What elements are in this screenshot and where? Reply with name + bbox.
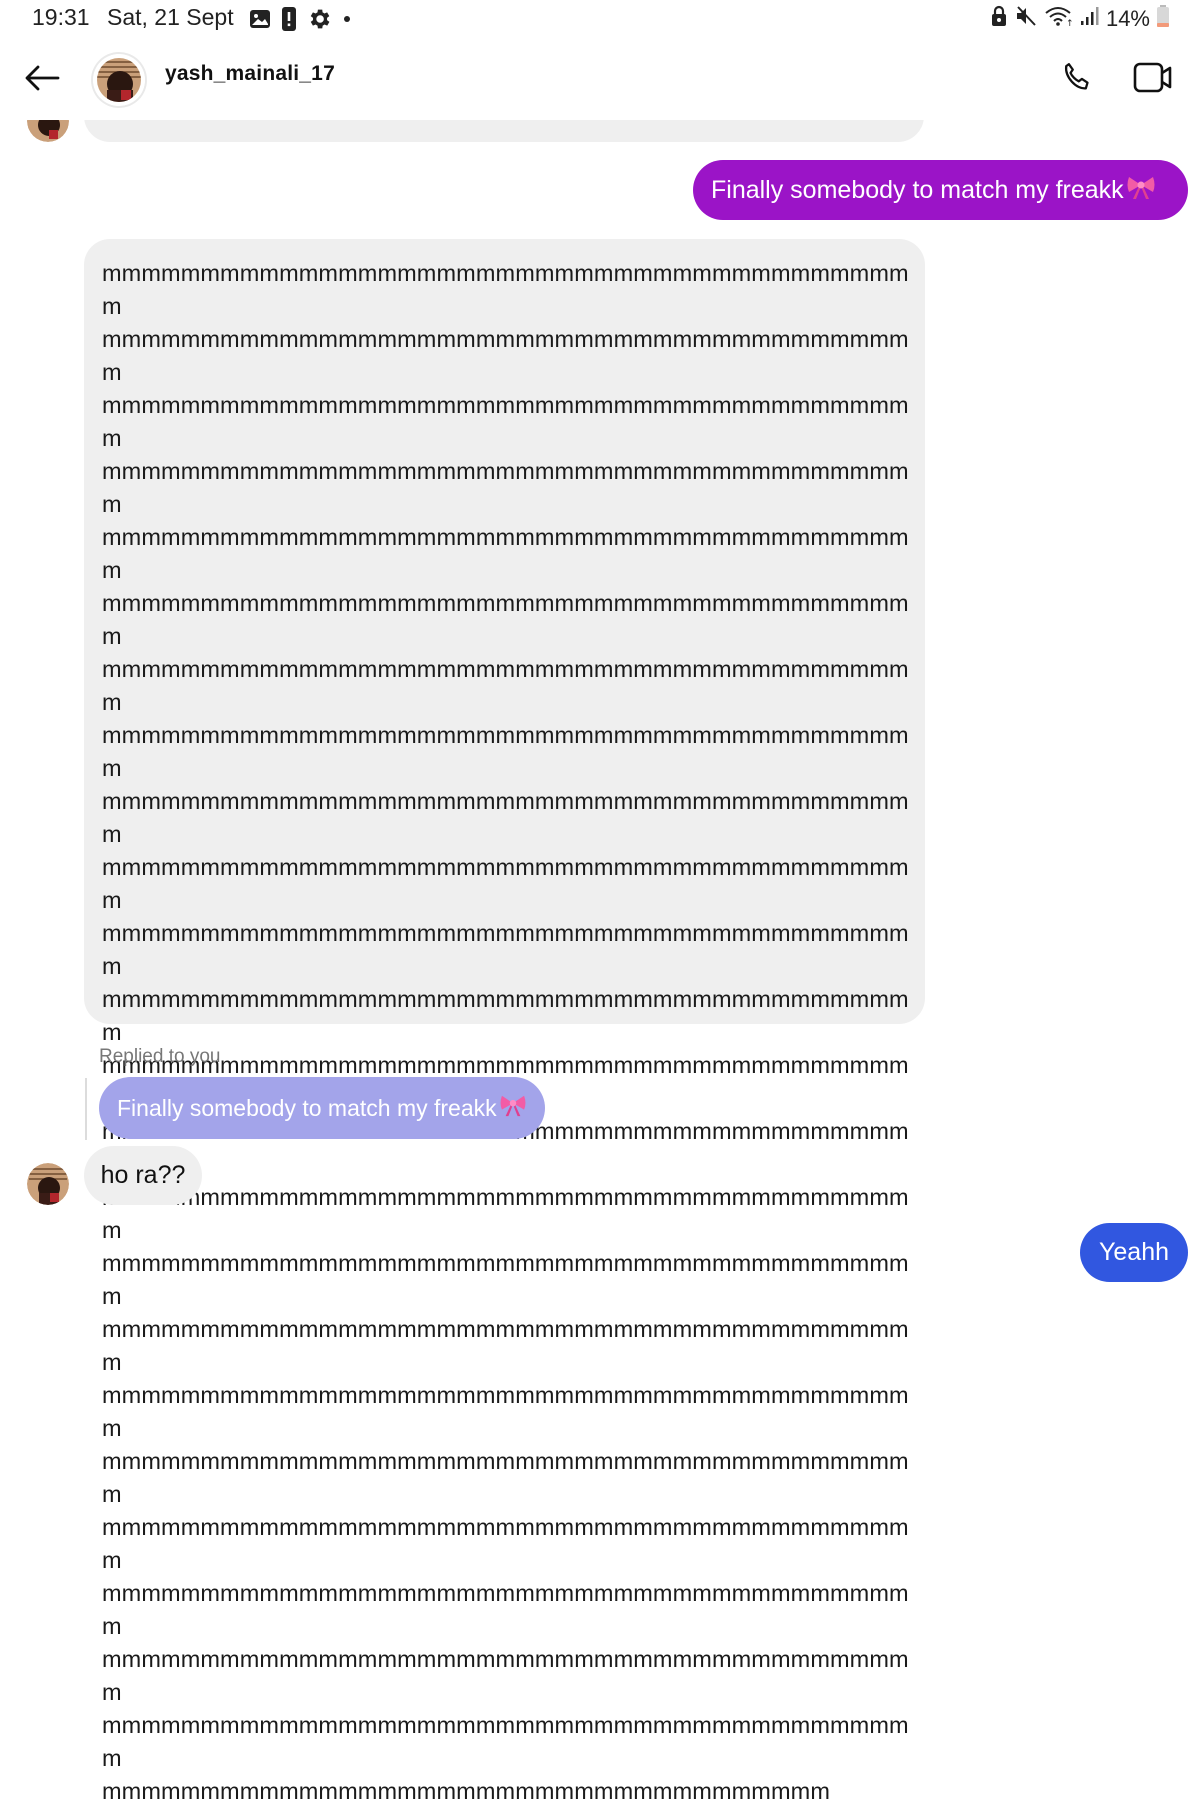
mute-icon [1014,5,1038,32]
message-line: mmmmmmmmmmmmmmmmmmmmmmmmmmmmmmmmmmmmmmmm… [102,1316,909,1375]
chat-header: yash_mainali_17 [0,38,1200,120]
status-left-icons [248,6,354,37]
message-line: mmmmmmmmmmmmmmmmmmmmmmmmmmmmmmmmmmmmmmmm… [102,260,909,319]
quoted-message[interactable]: Finally somebody to match my freakk [99,1077,545,1139]
message-line: mmmmmmmmmmmmmmmmmmmmmmmmmmmmmmmmmmmmmmmm… [102,1382,909,1441]
quoted-message-text: Finally somebody to match my freakk [117,1094,497,1121]
message-text: Yeahh [1099,1238,1169,1266]
back-button[interactable] [20,58,64,102]
settings-gear-icon [306,6,332,37]
message-line: mmmmmmmmmmmmmmmmmmmmmmmmmmmmmmmmmmmmmmmm… [102,854,909,913]
message-line: mmmmmmmmmmmmmmmmmmmmmmmmmmmmmmmmmmmmmmmm… [102,1184,909,1243]
message-bubble-sent[interactable]: Yeahh [1080,1223,1188,1282]
battery-icon [1156,4,1170,33]
battery-percent: 14% [1105,5,1150,31]
signal-icon [1080,5,1100,32]
message-line: mmmmmmmmmmmmmmmmmmmmmmmmmmmmmmmmmmmmmmmm… [102,392,909,451]
message-bubble-received-long[interactable]: mmmmmmmmmmmmmmmmmmmmmmmmmmmmmmmmmmmmmmmm… [84,239,925,1804]
voice-call-button[interactable] [1055,58,1099,102]
status-time: 19:31 [32,4,90,30]
message-line: mmmmmmmmmmmmmmmmmmmmmmmmmmmmmmmmmmmmmmmm… [102,1712,909,1771]
reply-divider [85,1078,87,1140]
message-line: mmmmmmmmmmmmmmmmmmmmmmmmmmmmmmmmmmmmmmmm… [102,1250,909,1309]
message-line: mmmmmmmmmmmmmmmmmmmmmmmmmmmmmmmmmmmmmmmm… [102,788,909,847]
alert-icon [280,6,298,37]
reply-context-label: Replied to you [99,1046,221,1067]
message-line: mmmmmmmmmmmmmmmmmmmmmmmmmmmmmmmmmmmmmmmm… [102,590,909,649]
message-text: ho ra?? [100,1161,186,1189]
message-line: mmmmmmmmmmmmmmmmmmmmmmmmmmmmmmmmmmmmm [102,1778,830,1804]
ribbon-bow-icon [1126,174,1156,207]
message-line: mmmmmmmmmmmmmmmmmmmmmmmmmmmmmmmmmmmmmmmm… [102,326,909,385]
avatar[interactable] [93,54,145,106]
message-line: mmmmmmmmmmmmmmmmmmmmmmmmmmmmmmmmmmmmmmmm… [102,986,909,1045]
message-bubble-received[interactable]: ho ra?? [84,1146,202,1205]
message-line: mmmmmmmmmmmmmmmmmmmmmmmmmmmmmmmmmmmmmmmm… [102,1514,909,1573]
status-right: ↑↓ 14% [990,4,1170,33]
arrow-left-icon [24,64,60,97]
message-line: mmmmmmmmmmmmmmmmmmmmmmmmmmmmmmmmmmmmmmmm… [102,524,909,583]
message-line: mmmmmmmmmmmmmmmmmmmmmmmmmmmmmmmmmmmmmmmm… [102,458,909,517]
status-bar: 19:31 Sat, 21 Sept ↑ 14% [0,0,1200,38]
wifi-icon: ↑↓ [1044,5,1081,32]
message-line: mmmmmmmmmmmmmmmmmmmmmmmmmmmmmmmmmmmmmmmm… [102,1580,909,1639]
status-date: Sat, 21 Sept [107,4,234,30]
lock-icon [990,5,1008,32]
phone-icon [1059,60,1095,101]
video-camera-icon [1133,61,1173,100]
sender-avatar[interactable] [27,1163,69,1205]
dot-icon [340,12,354,31]
message-line: mmmmmmmmmmmmmmmmmmmmmmmmmmmmmmmmmmmmmmmm… [102,722,909,781]
message-text: Finally somebody to match my freakk [711,175,1124,204]
svg-text:↑↓: ↑↓ [1066,19,1074,27]
message-line: mmmmmmmmmmmmmmmmmmmmmmmmmmmmmmmmmmmmmmmm… [102,656,909,715]
message-line: mmmmmmmmmmmmmmmmmmmmmmmmmmmmmmmmmmmmmmmm… [102,1448,909,1507]
ribbon-bow-icon [499,1093,527,1123]
message-line: mmmmmmmmmmmmmmmmmmmmmmmmmmmmmmmmmmmmmmmm… [102,920,909,979]
video-call-button[interactable] [1130,58,1176,102]
gallery-icon [248,7,272,36]
message-text: mmmmmmmmmmmmmmmmmmmmmmmmmmmmmmmmmmmmmmmm… [102,257,925,1808]
message-bubble-sent[interactable]: Finally somebody to match my freakk [693,160,1188,220]
message-line: mmmmmmmmmmmmmmmmmmmmmmmmmmmmmmmmmmmmmmmm… [102,1646,909,1705]
header-username[interactable]: yash_mainali_17 [165,62,335,86]
